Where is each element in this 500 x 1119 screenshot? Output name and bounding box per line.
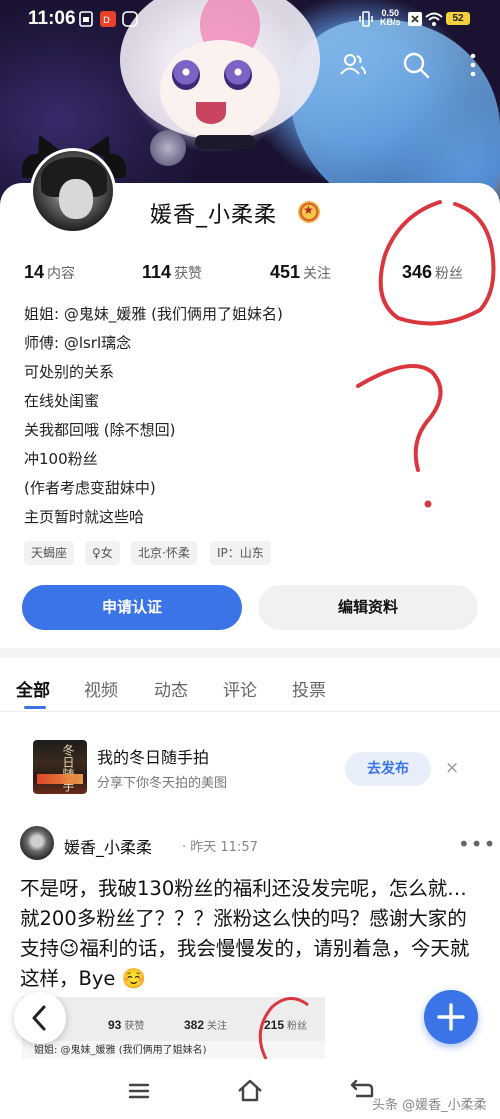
tab-video[interactable]: 视频	[84, 676, 118, 701]
post-time: · 昨天 11:57	[182, 840, 258, 855]
tag-location: 北京·怀柔	[131, 541, 197, 565]
post-text[interactable]: 不是呀，我破130粉丝的福利还没发完呢，怎么就…就200多粉丝了？？？涨粉这么快…	[20, 874, 482, 994]
menu-icon[interactable]	[124, 1076, 154, 1106]
vibrate-icon	[358, 11, 374, 31]
status-bar: 11:06 D 0.50 KB/s 52	[0, 0, 500, 38]
watermark: 头条 @媛香_小柔柔	[372, 1098, 487, 1113]
banner-art-mouth	[196, 102, 226, 124]
chevron-left-icon	[32, 1005, 46, 1031]
notification-square-icon	[122, 11, 138, 31]
preview-stat-following: 382 关注	[184, 1018, 228, 1032]
active-tab-indicator	[24, 706, 46, 709]
bio-line: 可处别的关系	[24, 363, 115, 381]
level-badge-icon[interactable]	[298, 201, 320, 223]
banner-art-face	[160, 40, 280, 140]
plus-icon	[437, 1003, 465, 1031]
back-button[interactable]	[14, 992, 66, 1044]
bio-line: 在线处闺蜜	[24, 392, 100, 410]
bio-line: (作者考虑变甜妹中)	[24, 479, 156, 497]
profile-username: 媛香_小柔柔	[150, 203, 278, 228]
no-sim-icon	[408, 11, 422, 30]
tab-moments[interactable]: 动态	[154, 676, 188, 701]
friends-icon[interactable]	[338, 50, 368, 80]
profile-avatar[interactable]	[22, 129, 126, 234]
go-publish-button[interactable]: 去发布	[345, 752, 431, 786]
create-post-button[interactable]	[424, 990, 478, 1044]
tab-votes[interactable]: 投票	[292, 676, 326, 701]
bio-line: 关我都回哦 (除不想回)	[24, 421, 176, 439]
tag-zodiac: 天蝎座	[24, 541, 75, 565]
stat-followers[interactable]: 346 粉丝	[402, 262, 463, 283]
post-avatar[interactable]	[20, 826, 54, 860]
avatar	[30, 148, 116, 234]
topic-thumbnail: 冬日随手	[33, 740, 87, 794]
bio-line: 冲100粉丝	[24, 450, 98, 468]
svg-text:D: D	[103, 16, 110, 26]
sim-card-icon	[78, 11, 94, 31]
more-vertical-icon[interactable]	[458, 50, 488, 80]
bio-line: 姐姐: @鬼妹_媛雅 (我们俩用了姐妹名)	[24, 305, 283, 323]
close-icon[interactable]: ×	[445, 758, 459, 778]
banner-art-eye	[224, 60, 252, 90]
profile-bio: 姐姐: @鬼妹_媛雅 (我们俩用了姐妹名) 师傅: @lsrl璃念 可处别的关系…	[24, 302, 484, 534]
bio-line: 师傅: @lsrl璃念	[24, 334, 132, 352]
preview-annotation-circle	[258, 997, 309, 1059]
stat-content[interactable]: 14 内容	[24, 262, 75, 283]
battery-level: 52	[446, 12, 470, 25]
topic-title: 我的冬日随手拍	[97, 748, 210, 767]
banner-art-microphone	[150, 130, 186, 166]
status-time: 11:06	[28, 8, 76, 29]
stat-following[interactable]: 451 关注	[270, 262, 331, 283]
apply-verification-button[interactable]: 申请认证	[22, 585, 242, 630]
content-tabs: 全部 视频 动态 评论 投票	[0, 668, 500, 708]
app-notification-icon: D	[100, 11, 116, 31]
bio-line: 主页暂时就这些哈	[24, 508, 145, 526]
stat-likes[interactable]: 114 获赞	[142, 262, 202, 283]
wifi-icon	[425, 11, 443, 31]
home-icon[interactable]	[235, 1076, 265, 1106]
topic-prompt-card[interactable]: 冬日随手 我的冬日随手拍 分享下你冬天拍的美图 去发布 ×	[0, 720, 500, 816]
network-speed: 0.50 KB/s	[380, 8, 401, 27]
more-horizontal-icon[interactable]: •••	[458, 832, 496, 856]
section-divider	[0, 648, 500, 658]
topic-subtitle: 分享下你冬天拍的美图	[97, 776, 228, 791]
post-image-preview[interactable]: 93 获赞 382 关注 215 粉丝 姐姐: @鬼妹_媛雅 (我们俩用了姐妹名)	[22, 997, 325, 1059]
tab-all[interactable]: 全部	[16, 676, 50, 701]
edit-profile-button[interactable]: 编辑资料	[258, 585, 478, 630]
banner-art-choker	[195, 135, 255, 149]
tab-comments[interactable]: 评论	[223, 676, 257, 701]
profile-stats: 14 内容 114 获赞 451 关注 346 粉丝	[0, 262, 500, 286]
tabs-divider	[0, 711, 500, 712]
preview-stat-likes: 93 获赞	[108, 1018, 145, 1032]
banner-art-eye	[172, 60, 200, 90]
tag-gender: ♀女	[85, 541, 120, 565]
tag-ip: IP：山东	[210, 541, 271, 565]
post-author[interactable]: 媛香_小柔柔	[64, 834, 152, 858]
search-icon[interactable]	[401, 50, 431, 80]
